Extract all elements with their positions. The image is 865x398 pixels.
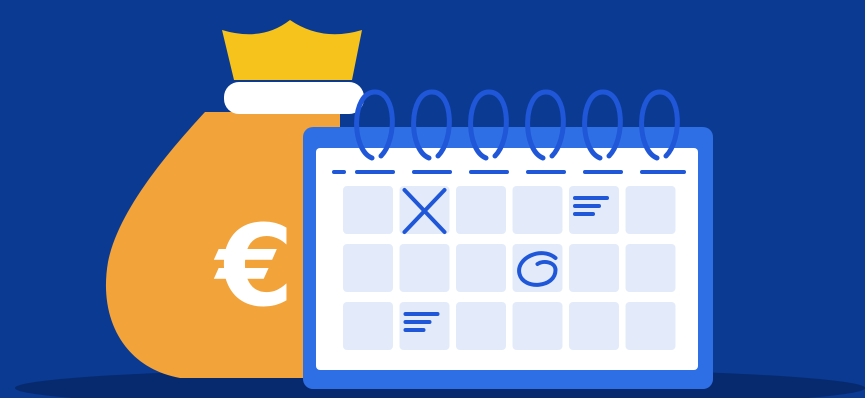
bag-band	[224, 82, 364, 114]
calendar-day-cell	[343, 186, 393, 234]
calendar-day-cell	[569, 244, 619, 292]
calendar-day-cell	[343, 244, 393, 292]
calendar-day-cell	[343, 302, 393, 350]
calendar-day-cell	[456, 244, 506, 292]
calendar-day-cell	[456, 302, 506, 350]
calendar-day-cell	[512, 186, 563, 234]
calendar-icon	[303, 89, 713, 389]
calendar-day-cell	[625, 186, 676, 234]
calendar-day-cell	[512, 302, 563, 350]
calendar-day-cell	[399, 244, 450, 292]
calendar-day-cell	[569, 302, 619, 350]
calendar-day-cell	[456, 186, 506, 234]
calendar-day-cell	[625, 244, 676, 292]
money-calendar-illustration: €	[0, 0, 865, 398]
euro-symbol: €	[213, 202, 294, 332]
calendar-day-cell	[625, 302, 676, 350]
calendar-day-cell	[399, 302, 450, 350]
calendar-day-cell	[569, 186, 619, 234]
